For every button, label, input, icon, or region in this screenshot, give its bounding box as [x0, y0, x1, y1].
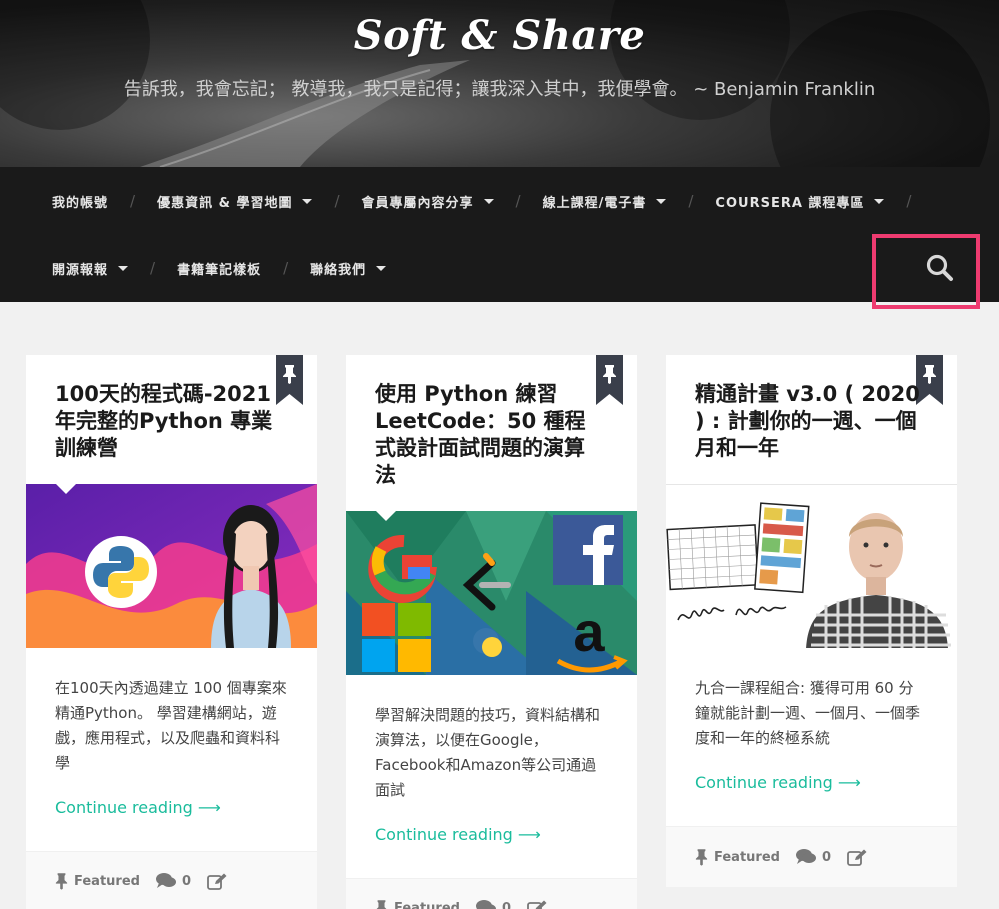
site-header: Soft & Share 告訴我，我會忘記； 教導我，我只是記得；讓我深入其中，…	[0, 0, 999, 167]
featured-label: Featured	[74, 873, 140, 889]
post-meta: Featured 0	[26, 851, 317, 909]
amazon-logo: a	[573, 600, 605, 663]
comments-icon	[155, 873, 176, 888]
comments-link[interactable]: 0	[475, 900, 511, 909]
post-title[interactable]: 100天的程式碼-2021年完整的Python 專業訓練營	[55, 381, 285, 462]
continue-reading-link[interactable]: Continue reading ⟶	[55, 798, 221, 817]
thumbnail-notch	[56, 484, 76, 494]
thumbnail-notch	[696, 485, 716, 495]
pin-icon	[376, 900, 387, 909]
post-title[interactable]: 精通計畫 v3.0 ( 2020 ) : 計劃你的一週、一個月和一年	[695, 381, 925, 462]
chevron-down-icon	[483, 198, 494, 204]
nav-item-contact[interactable]: 聯絡我們	[310, 259, 387, 278]
python-course-image	[26, 484, 317, 648]
comments-link[interactable]: 0	[795, 849, 831, 865]
chevron-down-icon	[376, 265, 387, 271]
nav-separator: /	[130, 192, 136, 210]
featured-tag[interactable]: Featured	[375, 899, 460, 909]
edit-icon	[207, 873, 227, 890]
edit-link[interactable]	[207, 873, 233, 890]
edit-link[interactable]	[847, 849, 873, 866]
featured-tag[interactable]: Featured	[55, 872, 140, 890]
post-meta-items: Featured 0	[375, 899, 569, 909]
post-excerpt: 學習解決問題的技巧，資料結構和演算法，以便在Google，Facebook和Am…	[375, 706, 601, 799]
comment-count: 0	[181, 873, 191, 889]
post-card: 精通計畫 v3.0 ( 2020 ) : 計劃你的一週、一個月和一年 九合一課程…	[666, 355, 957, 887]
nav-item-coursera[interactable]: COURSERA 課程專區	[715, 192, 885, 211]
comment-count: 0	[821, 849, 831, 865]
nav-label: 書籍筆記樣板	[177, 262, 262, 278]
nav-label: 開源報報	[52, 262, 109, 278]
post-excerpt: 九合一課程組合: 獲得可用 60 分鐘就能計劃一週、一個月、一個季度和一年的終極…	[695, 679, 921, 747]
featured-tag[interactable]: Featured	[695, 848, 780, 866]
nav-item-courses[interactable]: 線上課程/電子書	[543, 192, 667, 211]
main-navigation	[0, 167, 999, 302]
nav-separator: /	[906, 192, 912, 210]
site-tagline: 告訴我，我會忘記； 教導我，我只是記得；讓我深入其中，我便學會。 ~ Benja…	[123, 79, 876, 100]
post-meta-items: Featured 0	[55, 872, 249, 890]
nav-separator: /	[334, 192, 340, 210]
nav-label: 線上課程/電子書	[542, 195, 647, 211]
comment-count: 0	[501, 900, 511, 909]
continue-reading-link[interactable]: Continue reading ⟶	[695, 773, 861, 792]
post-meta: Featured 0	[666, 826, 957, 887]
nav-item-members[interactable]: 會員專屬內容分享	[362, 192, 494, 211]
featured-label: Featured	[394, 900, 460, 909]
nav-label: 優惠資訊 & 學習地圖	[157, 195, 293, 211]
chevron-down-icon	[874, 198, 885, 204]
post-thumbnail[interactable]: a	[346, 511, 637, 675]
post-card: 使用 Python 練習 LeetCode：50 種程式設計面試問題的演算法 a…	[346, 355, 637, 909]
edit-icon	[527, 900, 547, 909]
nav-separator: /	[150, 259, 156, 277]
nav-row-1: 我的帳號 / 優惠資訊 & 學習地圖 / 會員專屬內容分享 / 線上課程/電子書…	[52, 191, 933, 211]
nav-separator: /	[688, 192, 694, 210]
post-meta-items: Featured 0	[695, 848, 889, 866]
site-title[interactable]: Soft & Share	[0, 12, 999, 59]
featured-label: Featured	[714, 849, 780, 865]
post-thumbnail[interactable]	[26, 484, 317, 648]
comments-link[interactable]: 0	[155, 873, 191, 889]
post-meta: Featured 0	[346, 878, 637, 909]
comments-icon	[795, 849, 816, 864]
continue-reading-link[interactable]: Continue reading ⟶	[375, 825, 541, 844]
nav-item-book-notes[interactable]: 書籍筆記樣板	[177, 259, 261, 278]
chevron-down-icon	[302, 198, 313, 204]
nav-separator: /	[515, 192, 521, 210]
post-title[interactable]: 使用 Python 練習 LeetCode：50 種程式設計面試問題的演算法	[375, 381, 605, 489]
nav-label: 聯絡我們	[310, 262, 367, 278]
search-icon[interactable]	[925, 253, 955, 283]
pin-icon	[695, 849, 708, 866]
post-card: 100天的程式碼-2021年完整的Python 專業訓練營 在100天內透過建立…	[26, 355, 317, 909]
nav-separator: /	[283, 259, 289, 277]
nav-item-open-source[interactable]: 開源報報	[52, 259, 129, 278]
post-excerpt: 在100天內透過建立 100 個專案來精通Python。 學習建構網站，遊戲，應…	[55, 679, 287, 772]
chevron-down-icon	[656, 198, 667, 204]
edit-link[interactable]	[527, 900, 553, 909]
planning-course-image	[666, 485, 957, 648]
nav-label: 我的帳號	[52, 195, 109, 211]
edit-icon	[847, 849, 867, 866]
nav-label: 會員專屬內容分享	[361, 195, 474, 211]
nav-item-deals[interactable]: 優惠資訊 & 學習地圖	[157, 192, 313, 211]
nav-label: COURSERA 課程專區	[715, 195, 865, 211]
nav-item-my-account[interactable]: 我的帳號	[52, 192, 108, 211]
comments-icon	[475, 900, 496, 909]
post-thumbnail[interactable]	[666, 484, 957, 648]
leetcode-course-image: a	[346, 511, 637, 675]
thumbnail-notch	[376, 511, 396, 521]
chevron-down-icon	[118, 265, 129, 271]
pin-icon	[55, 873, 68, 890]
nav-row-2: 開源報報 / 書籍筆記樣板 / 聯絡我們	[52, 258, 387, 278]
